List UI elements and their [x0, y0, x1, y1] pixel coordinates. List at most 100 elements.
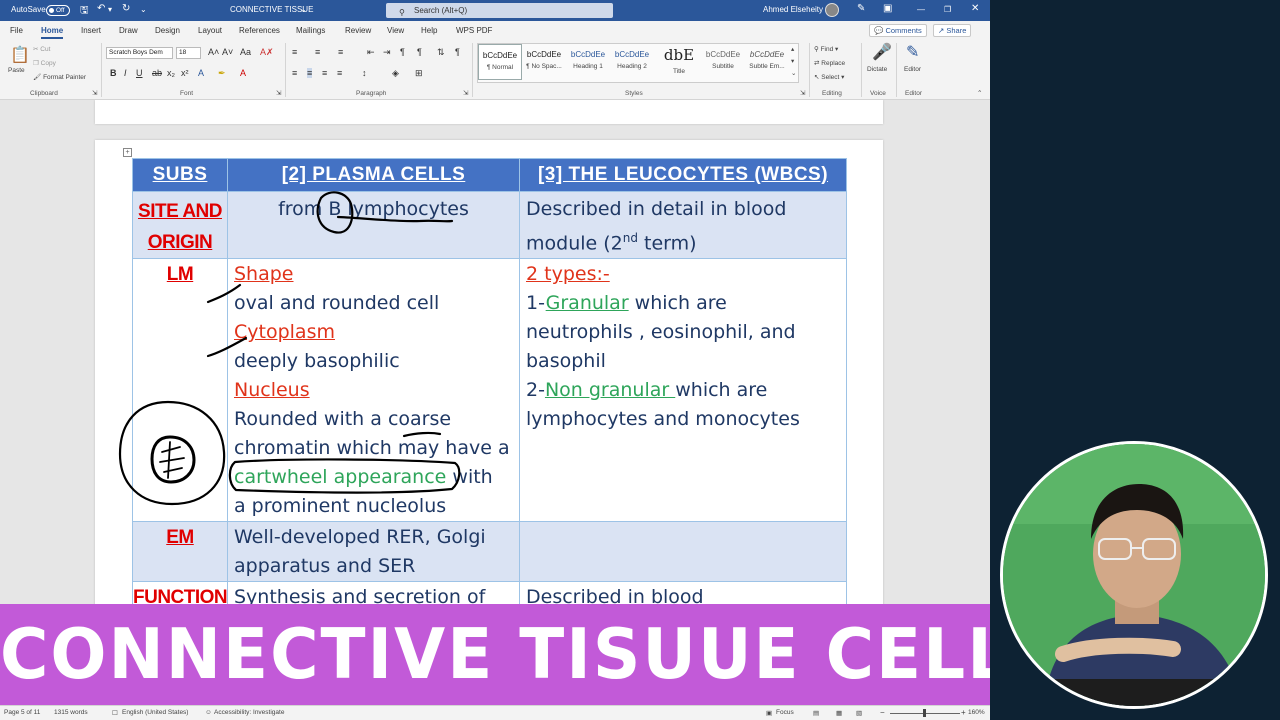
- styles-more-icon[interactable]: ⌄: [791, 69, 796, 77]
- increase-indent-icon[interactable]: ⇥: [383, 47, 391, 58]
- text-effects-icon[interactable]: A: [198, 68, 204, 78]
- web-layout-icon[interactable]: ▧: [856, 709, 862, 717]
- microphone-icon[interactable]: 🎤: [872, 42, 892, 62]
- cut-button[interactable]: ✂ Cut: [33, 45, 50, 53]
- user-avatar[interactable]: [825, 3, 839, 17]
- zoom-slider-thumb[interactable]: [923, 709, 926, 717]
- style-no-spacing[interactable]: bCcDdEe ¶ No Spac...: [522, 44, 566, 80]
- bullets-icon[interactable]: ≡: [292, 47, 297, 57]
- editor-icon[interactable]: ✎: [906, 42, 919, 62]
- tab-mailings[interactable]: Mailings: [296, 26, 325, 35]
- collapse-ribbon-icon[interactable]: ⌃: [977, 89, 982, 97]
- editor-button[interactable]: Editor: [904, 66, 921, 73]
- shading-icon[interactable]: ◈: [392, 68, 399, 79]
- style-heading-2[interactable]: bCcDdEe Heading 2: [610, 44, 654, 80]
- decrease-indent-icon[interactable]: ⇤: [367, 47, 375, 58]
- strikethrough-icon[interactable]: ab: [152, 68, 162, 78]
- tab-insert[interactable]: Insert: [81, 26, 101, 35]
- highlight-icon[interactable]: ✒: [218, 68, 226, 79]
- replace-button[interactable]: ⇄ Replace: [814, 59, 845, 67]
- minimize-icon[interactable]: —: [917, 5, 925, 14]
- clear-formatting-icon[interactable]: A✗: [260, 47, 274, 58]
- grow-font-icon[interactable]: A˄: [208, 47, 219, 57]
- style-title[interactable]: dbE Title: [657, 44, 701, 80]
- find-button[interactable]: ⚲ Find ▾: [814, 45, 838, 53]
- tab-view[interactable]: View: [387, 26, 404, 35]
- align-center-icon[interactable]: ≡: [307, 68, 313, 78]
- style-normal[interactable]: bCcDdEe ¶ Normal: [478, 44, 522, 80]
- tab-draw[interactable]: Draw: [119, 26, 138, 35]
- plasma-lm-cell[interactable]: Shape oval and rounded cell Cytoplasm de…: [227, 258, 520, 523]
- numbering-icon[interactable]: ≡: [315, 47, 320, 57]
- dictate-button[interactable]: Dictate: [867, 66, 887, 73]
- close-icon[interactable]: ✕: [971, 3, 979, 14]
- leuco-lm-cell[interactable]: 2 types:- 1-Granular which are neutrophi…: [519, 258, 847, 523]
- paragraph-launcher-icon[interactable]: ⇲: [463, 89, 468, 97]
- align-right-icon[interactable]: ≡: [322, 68, 327, 78]
- pen-icon[interactable]: ✎: [857, 3, 865, 14]
- font-family-select[interactable]: Scratch Boys Dem: [106, 47, 173, 59]
- plasma-site-cell[interactable]: from B lymphocytes: [227, 190, 520, 260]
- page-count[interactable]: Page 5 of 11: [4, 709, 40, 716]
- comments-button[interactable]: 💬 Comments: [869, 24, 927, 37]
- line-spacing-icon[interactable]: ↕: [362, 68, 367, 78]
- ribbon-display-icon[interactable]: ▣: [883, 3, 892, 14]
- rtl-icon[interactable]: ¶: [417, 47, 422, 57]
- format-painter-button[interactable]: 🖌 Format Painter: [33, 73, 86, 81]
- word-count[interactable]: 1315 words: [54, 709, 88, 716]
- styles-launcher-icon[interactable]: ⇲: [800, 89, 805, 97]
- align-left-icon[interactable]: ≡: [292, 68, 297, 78]
- select-button[interactable]: ↖ Select ▾: [814, 73, 844, 81]
- underline-icon[interactable]: U: [136, 68, 143, 78]
- tab-design[interactable]: Design: [155, 26, 180, 35]
- font-launcher-icon[interactable]: ⇲: [276, 89, 281, 97]
- tab-wps-pdf[interactable]: WPS PDF: [456, 26, 492, 35]
- tab-help[interactable]: Help: [421, 26, 437, 35]
- zoom-in-icon[interactable]: +: [961, 708, 966, 717]
- focus-button[interactable]: Focus: [776, 709, 794, 716]
- share-button[interactable]: ↗ Share: [933, 24, 972, 37]
- font-color-icon[interactable]: A: [240, 68, 246, 78]
- accessibility-status[interactable]: Accessibility: Investigate: [214, 709, 284, 716]
- multilevel-list-icon[interactable]: ≡: [338, 47, 343, 57]
- show-formatting-icon[interactable]: ¶: [455, 47, 460, 57]
- proofing-icon[interactable]: ☐: [112, 709, 118, 717]
- undo-dropdown-icon[interactable]: ▾: [108, 5, 112, 14]
- print-layout-icon[interactable]: ▦: [836, 709, 842, 717]
- undo-icon[interactable]: ↶: [97, 3, 105, 14]
- sort-icon[interactable]: ⇅: [437, 47, 445, 58]
- change-case-icon[interactable]: Aa: [240, 47, 251, 57]
- plasma-em-cell[interactable]: Well-developed RER, Golgi apparatus and …: [227, 521, 520, 583]
- read-mode-icon[interactable]: ▤: [813, 709, 819, 717]
- font-size-select[interactable]: 18: [176, 47, 201, 59]
- autosave-toggle[interactable]: Off: [46, 5, 70, 16]
- customize-toolbar-icon[interactable]: ⌄: [140, 5, 147, 14]
- shrink-font-icon[interactable]: A˅: [222, 47, 233, 57]
- tab-file[interactable]: File: [10, 26, 23, 35]
- zoom-level[interactable]: 160%: [968, 709, 985, 716]
- zoom-out-icon[interactable]: −: [880, 708, 885, 717]
- user-name[interactable]: Ahmed Elseheity: [763, 5, 823, 14]
- styles-scroll-up-icon[interactable]: ▴: [791, 45, 794, 53]
- justify-icon[interactable]: ≡: [337, 68, 342, 78]
- maximize-icon[interactable]: ❐: [944, 5, 951, 14]
- paste-icon[interactable]: 📋: [10, 45, 30, 65]
- copy-button[interactable]: ❐ Copy: [33, 59, 56, 67]
- redo-icon[interactable]: ↻: [122, 3, 130, 14]
- style-subtle-emphasis[interactable]: bCcDdEe Subtle Em...: [745, 44, 789, 80]
- leuco-site-cell[interactable]: Described in detail in blood module (2nd…: [519, 190, 847, 260]
- table-move-handle[interactable]: +: [123, 148, 132, 157]
- save-icon[interactable]: 🖫: [80, 3, 89, 20]
- bold-icon[interactable]: B: [110, 68, 117, 78]
- subscript-icon[interactable]: x₂: [167, 68, 175, 78]
- superscript-icon[interactable]: x²: [181, 68, 189, 78]
- tab-layout[interactable]: Layout: [198, 26, 222, 35]
- language[interactable]: English (United States): [122, 709, 188, 716]
- title-dropdown-icon[interactable]: ⌄: [300, 5, 307, 14]
- tab-review[interactable]: Review: [345, 26, 371, 35]
- leuco-em-cell[interactable]: [519, 521, 847, 583]
- tab-references[interactable]: References: [239, 26, 280, 35]
- paste-button[interactable]: Paste: [8, 67, 25, 74]
- style-subtitle[interactable]: bCcDdEe Subtitle: [701, 44, 745, 80]
- ltr-icon[interactable]: ¶: [400, 47, 405, 57]
